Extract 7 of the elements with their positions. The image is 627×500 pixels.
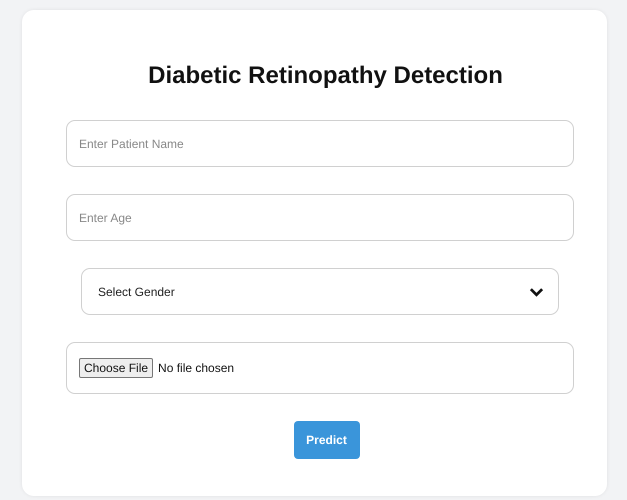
form-title: Diabetic Retinopathy Detection <box>147 62 503 90</box>
text-field[interactable]: Enter Patient Name <box>66 120 574 167</box>
gender-dropdown[interactable]: Select Gender <box>81 268 559 315</box>
choose-file-button[interactable]: Choose File <box>79 358 154 378</box>
file-status: No file chosen <box>158 361 234 375</box>
text-field[interactable]: Enter Age <box>66 194 574 241</box>
chevron-down-icon <box>529 286 544 296</box>
